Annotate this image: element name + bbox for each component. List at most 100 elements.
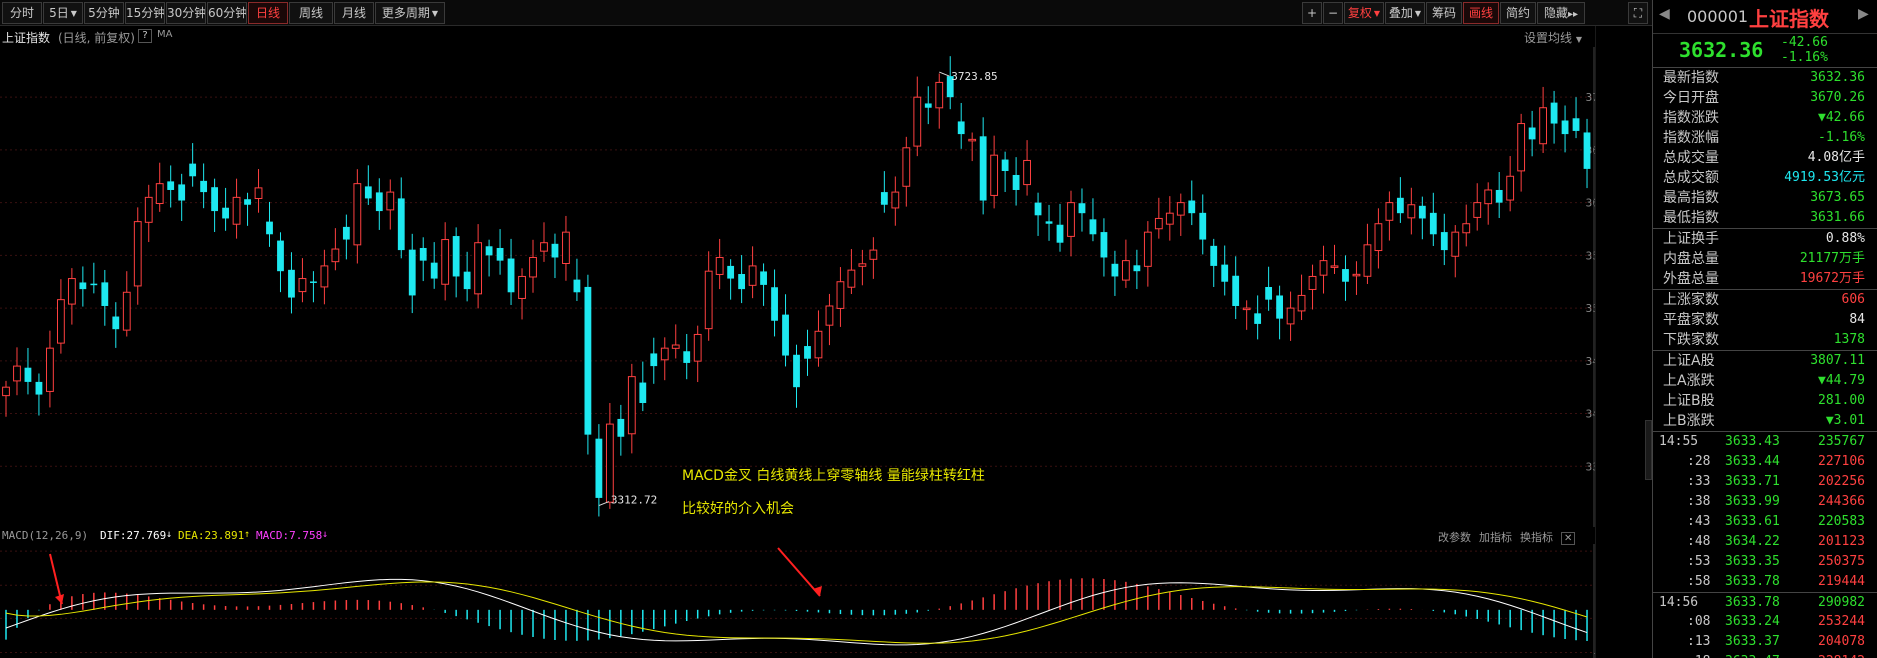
tick-volume: 202256 <box>1818 474 1865 489</box>
candle-down <box>288 269 295 298</box>
candle-up <box>671 344 680 349</box>
stat-label: 最低指数 <box>1663 210 1719 226</box>
candle-up <box>254 187 263 200</box>
tick-row: :33 3633.71 202256 <box>1653 472 1877 492</box>
fullscreen-icon[interactable]: ⛶ <box>1628 2 1648 24</box>
period-button-0[interactable]: 分时 <box>2 2 42 24</box>
prev-stock-icon[interactable]: ◀ <box>1659 6 1670 22</box>
stat-row: 平盘家数 84 <box>1653 310 1877 330</box>
tick-row: :53 3633.35 250375 <box>1653 552 1877 572</box>
period-button-7[interactable]: 周线 <box>289 2 333 24</box>
candle-down <box>90 283 98 286</box>
index-name: 上证指数 <box>2 31 51 45</box>
stat-label: 上B涨跌 <box>1663 413 1715 429</box>
stat-label: 总成交额 <box>1663 170 1719 186</box>
period-button-9[interactable]: 更多周期 ▼ <box>375 2 445 24</box>
stat-value: 3670.26 <box>1810 90 1865 105</box>
candle-down <box>200 180 208 193</box>
stat-value: 4.08亿手 <box>1807 150 1865 165</box>
tick-row: :28 3633.44 227106 <box>1653 452 1877 472</box>
candle-down <box>1396 197 1404 214</box>
candle-up <box>1539 107 1548 145</box>
tick-volume: 204078 <box>1818 634 1865 649</box>
ma-settings-button[interactable]: 设置均线 ▼ <box>1524 29 1582 46</box>
tool-button-3[interactable]: 叠加 ▼ <box>1385 2 1425 24</box>
candle-down <box>979 136 987 201</box>
stat-value: 606 <box>1841 292 1865 307</box>
candle-down <box>1583 132 1591 169</box>
next-stock-icon[interactable]: ▶ <box>1858 6 1869 22</box>
candle-up <box>1407 204 1416 219</box>
stat-label: 上证换手 <box>1663 231 1719 247</box>
tick-price: 3633.61 <box>1725 514 1780 529</box>
candle-down <box>880 192 888 205</box>
stats-group-1: 上证换手 0.88% 内盘总量 21177万手 外盘总量 19672万手 <box>1653 228 1877 289</box>
candle-up <box>913 96 922 147</box>
candlestick-chart[interactable]: 3700.003650.003600.003550.003500.003450.… <box>0 47 1595 527</box>
tool-button-4[interactable]: 筹码 <box>1426 2 1462 24</box>
dea-value: DEA:23.891 <box>178 529 245 542</box>
panel-toggle-handle[interactable] <box>1645 420 1652 480</box>
quote-header: ◀ 000001 上证指数 ▶ <box>1653 0 1877 34</box>
candle-up <box>1121 260 1130 281</box>
candle-up <box>1374 223 1383 252</box>
tool-button-0[interactable]: + <box>1302 2 1322 24</box>
stat-label: 上证B股 <box>1663 393 1715 409</box>
caret-down-icon: ▼ <box>70 8 77 18</box>
candle-up <box>298 278 307 293</box>
candle-up <box>540 242 548 252</box>
ma-label[interactable]: MA <box>157 29 172 40</box>
stats-group-0: 最新指数 3632.36 今日开盘 3670.26 指数涨跌 ▼42.66 指数涨幅 -1.1… <box>1653 68 1877 228</box>
candle-down <box>957 121 965 135</box>
candle-down <box>342 226 350 240</box>
candle-up <box>869 249 878 260</box>
caret-down-icon: ▼ <box>1414 8 1422 18</box>
macd-button-2[interactable]: 换指标 <box>1520 531 1553 544</box>
period-button-2[interactable]: 5分钟 <box>84 2 124 24</box>
candle-up <box>353 183 362 246</box>
macd-button-0[interactable]: 改参数 <box>1438 531 1471 544</box>
stat-row: 最低指数 3631.66 <box>1653 208 1877 228</box>
period-button-1[interactable]: 5日 ▼ <box>43 2 83 24</box>
tool-button-5[interactable]: 画线 <box>1463 2 1499 24</box>
macd-button-1[interactable]: 加指标 <box>1479 531 1512 544</box>
period-button-6[interactable]: 日线 <box>248 2 288 24</box>
hide-arrows-icon: ▸▸ <box>1567 9 1579 20</box>
stat-value: 3673.65 <box>1810 190 1865 205</box>
price-axis-area <box>1595 26 1652 658</box>
tick-time: :08 <box>1687 614 1711 629</box>
candle-down <box>310 281 317 283</box>
dif-value: DIF:27.769 <box>100 529 167 542</box>
tick-price: 3633.47 <box>1725 652 1780 658</box>
tick-row: :43 3633.61 220583 <box>1653 512 1877 532</box>
period-button-3[interactable]: 15分钟 <box>125 2 165 24</box>
macd-chart[interactable]: 53.1222.27-7.74-38.59 <box>0 544 1652 658</box>
tool-button-7[interactable]: 隐藏▸▸ <box>1537 2 1585 24</box>
tick-volume: 244366 <box>1818 494 1865 509</box>
help-icon[interactable]: ? <box>138 29 152 43</box>
candle-down <box>595 438 603 498</box>
tool-button-1[interactable]: − <box>1323 2 1343 24</box>
tick-price: 3633.24 <box>1725 614 1780 629</box>
candle-down <box>222 207 229 219</box>
period-button-4[interactable]: 30分钟 <box>166 2 206 24</box>
candle-down <box>1254 313 1262 324</box>
stats-list: 最新指数 3632.36 今日开盘 3670.26 指数涨跌 ▼42.66 指数涨幅 -1.1… <box>1653 68 1877 431</box>
tool-button-2[interactable]: 复权 ▼ <box>1344 2 1384 24</box>
stat-value: 21177万手 <box>1799 251 1865 266</box>
stat-value: ▼3.01 <box>1825 413 1865 428</box>
tick-list: 14:55 3633.43 235767:28 3633.44 227106:33 363… <box>1653 431 1877 658</box>
tick-row: 14:56 3633.78 290982 <box>1653 592 1877 612</box>
candle-down <box>507 258 515 293</box>
period-button-5[interactable]: 60分钟 <box>207 2 247 24</box>
tool-button-6[interactable]: 简约 <box>1500 2 1536 24</box>
tick-price: 3634.22 <box>1725 534 1780 549</box>
period-button-8[interactable]: 月线 <box>334 2 374 24</box>
candle-down <box>419 247 427 261</box>
candle-up <box>232 196 241 225</box>
tick-volume: 220583 <box>1818 514 1865 529</box>
candle-up <box>1451 231 1460 257</box>
candle-down <box>1001 159 1009 171</box>
candle-up <box>1506 175 1515 201</box>
tick-price: 3633.44 <box>1725 454 1780 469</box>
